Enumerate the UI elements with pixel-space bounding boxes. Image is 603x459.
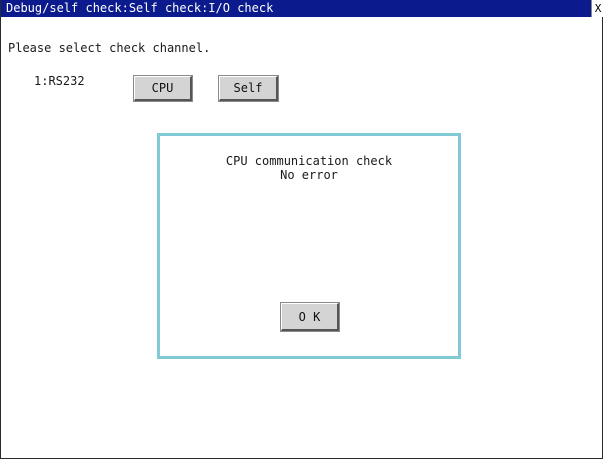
channel-label: 1:RS232 <box>34 74 85 88</box>
self-button[interactable]: Self <box>219 76 278 101</box>
dialog-status: No error <box>280 168 338 182</box>
window-title: Debug/self check:Self check:I/O check <box>6 1 274 15</box>
title-bar: Debug/self check:Self check:I/O check X <box>1 0 603 17</box>
cpu-button[interactable]: CPU <box>134 76 192 101</box>
close-icon[interactable]: X <box>591 0 603 17</box>
ok-button[interactable]: O K <box>281 303 339 331</box>
result-dialog: CPU communication check No error O K <box>157 133 461 359</box>
dialog-title: CPU communication check <box>225 154 393 168</box>
instruction-text: Please select check channel. <box>8 41 211 55</box>
io-check-screen: Debug/self check:Self check:I/O check X … <box>0 0 603 459</box>
